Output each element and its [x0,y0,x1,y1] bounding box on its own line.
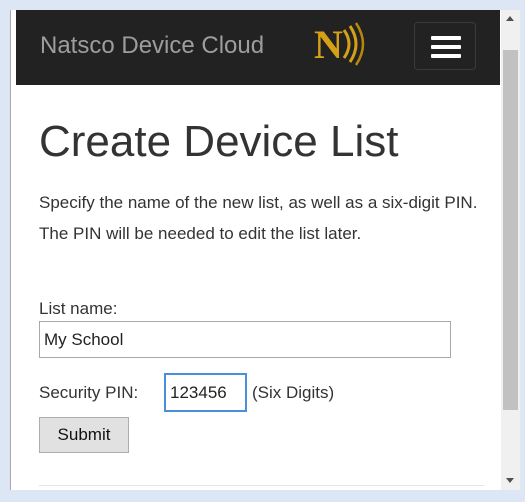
pin-hint: (Six Digits) [252,383,335,402]
security-pin-input[interactable] [164,373,247,412]
navbar: Natsco Device Cloud N [16,10,500,85]
list-name-label: List name: [39,299,118,318]
brand-link[interactable]: Natsco Device Cloud [40,32,264,60]
page-title: Create Device List [39,117,399,166]
scroll-up-arrow-icon[interactable] [501,10,520,27]
scrollbar-thumb[interactable] [503,50,518,410]
menu-toggle-button[interactable] [414,22,476,70]
footer-divider [39,485,484,486]
browser-viewport: Natsco Device Cloud N Create Device List… [10,10,503,490]
natsco-n-logo-icon: N [314,22,365,67]
vertical-scrollbar[interactable] [501,10,520,490]
security-pin-label: Security PIN: [39,383,139,402]
svg-text:N: N [314,22,343,67]
list-name-input[interactable] [39,321,451,358]
page-description: Specify the name of the new list, as wel… [39,193,478,243]
submit-button[interactable]: Submit [39,417,129,453]
scroll-down-arrow-icon[interactable] [501,472,520,489]
